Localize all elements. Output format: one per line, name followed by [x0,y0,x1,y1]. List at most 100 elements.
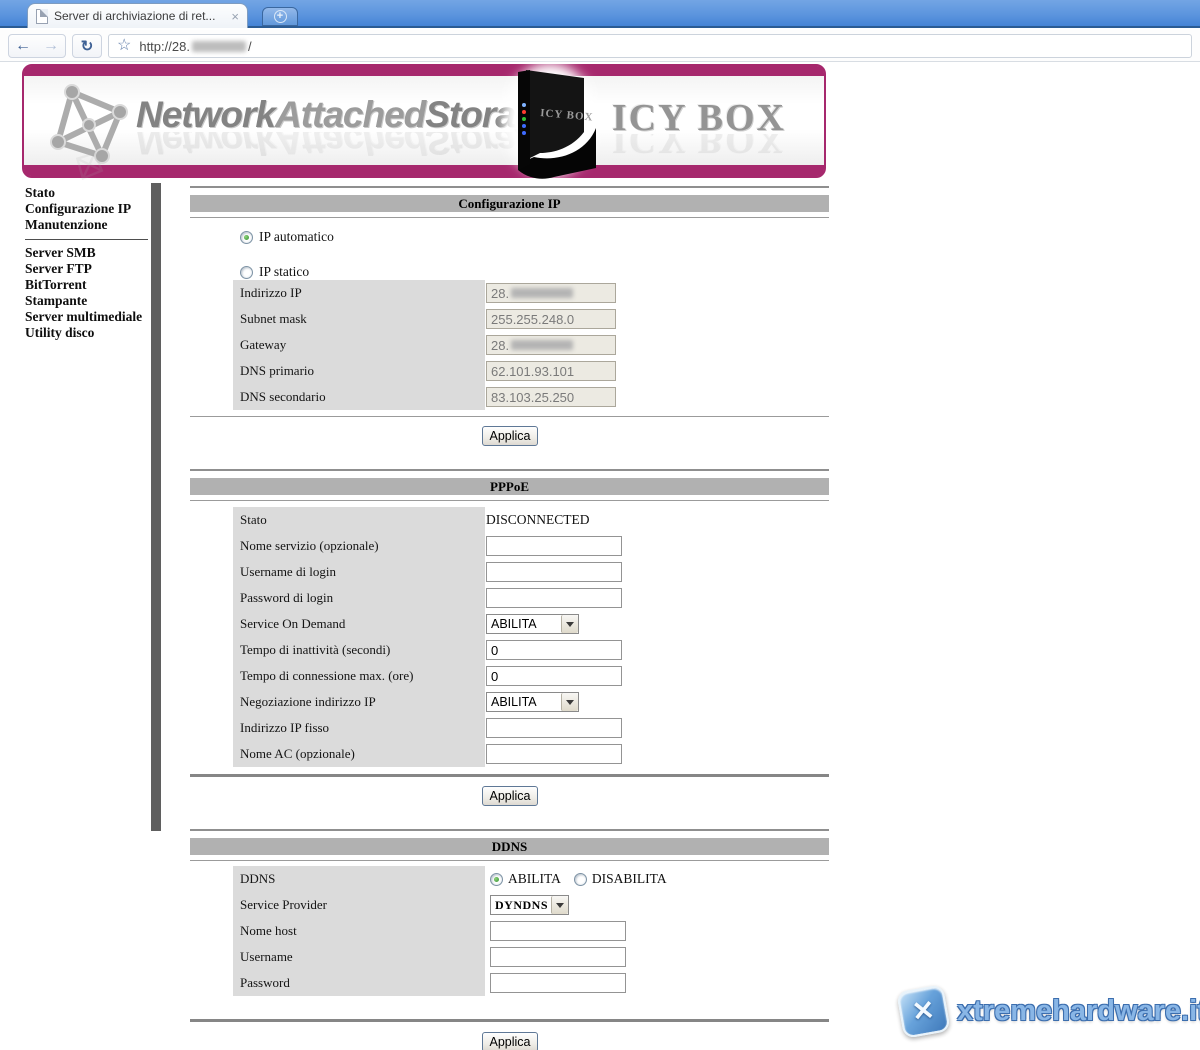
negoziazione-ip-select[interactable]: ABILITA [486,692,579,712]
divider [190,774,829,777]
sidebar-item-stato[interactable]: Stato [25,185,150,201]
radio-row-ip-automatico[interactable]: IP automatico [240,229,334,245]
sidebar-item-stampante[interactable]: Stampante [25,293,150,309]
sidebar-divider [25,239,148,240]
plus-icon: + [274,10,287,23]
back-icon[interactable]: ← [9,37,37,55]
browser-toolbar: ← → ↻ ☆ http://28. / [0,30,1200,62]
dns-primario-input[interactable]: 62.101.93.101 [486,361,616,381]
section-title-pppoe: PPPoE [190,478,829,495]
field-label: Username di login [233,559,485,585]
field-label: Gateway [233,332,485,358]
watermark-text: xtremehardware.it [957,995,1200,1028]
forward-icon[interactable]: → [37,37,65,55]
nome-ac-input[interactable] [486,744,622,764]
nome-host-input[interactable] [490,921,626,941]
sidebar-item-server-ftp[interactable]: Server FTP [25,261,150,277]
applica-button-ip[interactable]: Applica [482,426,538,446]
frame-divider-bar[interactable] [151,183,161,831]
blurred-value [511,340,573,350]
indirizzo-ip-input[interactable]: 28. [486,283,616,303]
radio-row-ip-statico[interactable]: IP statico [240,264,309,280]
radio-label: ABILITA [508,871,561,887]
table-row: Nome AC (opzionale) [233,741,829,767]
browser-tab[interactable]: Server di archiviazione di ret... × [27,3,248,28]
pppoe-table: Stato DISCONNECTED Nome servizio (opzion… [233,507,829,767]
refresh-button[interactable]: ↻ [72,34,102,58]
service-provider-select[interactable]: DYNDNS [490,895,569,915]
ddns-password-input[interactable] [490,973,626,993]
sidebar-item-bittorrent[interactable]: BitTorrent [25,277,150,293]
table-row: Username [233,944,829,970]
subnet-mask-input[interactable]: 255.255.248.0 [486,309,616,329]
table-row: Nome host [233,918,829,944]
field-label: Service On Demand [233,611,485,637]
password-login-input[interactable] [486,588,622,608]
sidebar-item-utility-disco[interactable]: Utility disco [25,325,150,341]
field-label: Tempo di inattività (secondi) [233,637,485,663]
table-row: Gateway 28. [233,332,829,358]
table-row: Negoziazione indirizzo IP ABILITA [233,689,829,715]
xtremehardware-x-icon: ✕ [896,984,950,1038]
tempo-connessione-input[interactable] [486,666,622,686]
radio-ip-automatico[interactable] [240,231,253,244]
radio-ddns-abilita[interactable] [490,873,503,886]
chevron-down-icon[interactable] [551,896,568,914]
radio-label: DISABILITA [592,871,667,887]
chevron-down-icon[interactable] [561,693,578,711]
sidebar-item-server-multimediale[interactable]: Server multimediale [25,309,150,325]
radio-label: IP automatico [259,229,334,245]
radio-ddns-disabilita[interactable] [574,873,587,886]
table-row: Stato DISCONNECTED [233,507,829,533]
brand-attached: Attached [275,94,425,135]
divider [190,829,829,831]
sidebar-menu: Stato Configurazione IP Manutenzione Ser… [25,185,150,341]
url-prefix: http://28. [139,39,190,54]
tempo-inattivita-input[interactable] [486,640,622,660]
applica-button-pppoe[interactable]: Applica [482,786,538,806]
dns-secondario-input[interactable]: 83.103.25.250 [486,387,616,407]
section-title-configurazione-ip: Configurazione IP [190,195,829,212]
applica-button-ddns[interactable]: Applica [482,1032,538,1050]
divider [190,1019,829,1022]
url-suffix: / [248,39,252,54]
indirizzo-ip-fisso-input[interactable] [486,718,622,738]
field-label: Stato [233,507,485,533]
divider [190,186,829,188]
sidebar-item-manutenzione[interactable]: Manutenzione [25,217,150,233]
ddns-username-input[interactable] [490,947,626,967]
page-icon [36,9,48,24]
gateway-input[interactable]: 28. [486,335,616,355]
nav-button-group: ← → [8,34,66,58]
bookmark-star-icon[interactable]: ☆ [117,38,131,54]
divider [190,416,829,417]
blurred-value [511,288,573,298]
banner-bottom-band [24,165,824,176]
field-label: Indirizzo IP [233,280,485,306]
field-label: DNS primario [233,358,485,384]
new-tab-button[interactable]: + [262,7,298,26]
xtremehardware-watermark: ✕ xtremehardware.it [900,988,1200,1035]
field-label: Password [233,970,485,996]
refresh-icon: ↻ [81,37,94,55]
username-login-input[interactable] [486,562,622,582]
chevron-down-icon[interactable] [561,615,578,633]
divider [190,469,829,471]
radio-ip-statico[interactable] [240,266,253,279]
field-label: Service Provider [233,892,485,918]
nome-servizio-input[interactable] [486,536,622,556]
field-label: Username [233,944,485,970]
sidebar-item-server-smb[interactable]: Server SMB [25,245,150,261]
field-label: Subnet mask [233,306,485,332]
table-row: DNS primario 62.101.93.101 [233,358,829,384]
network-node-icon-reflection [44,150,136,184]
nas-device-image: ICY BOX [488,60,614,184]
service-on-demand-select[interactable]: ABILITA [486,614,579,634]
sidebar-item-configurazione-ip[interactable]: Configurazione IP [25,201,150,217]
section-title-ddns: DDNS [190,838,829,855]
close-icon[interactable]: × [231,10,239,23]
url-blurred-segment [192,41,246,52]
radio-label: IP statico [259,264,309,280]
address-bar[interactable]: ☆ http://28. / [108,34,1192,58]
url-text: http://28. / [139,39,251,54]
